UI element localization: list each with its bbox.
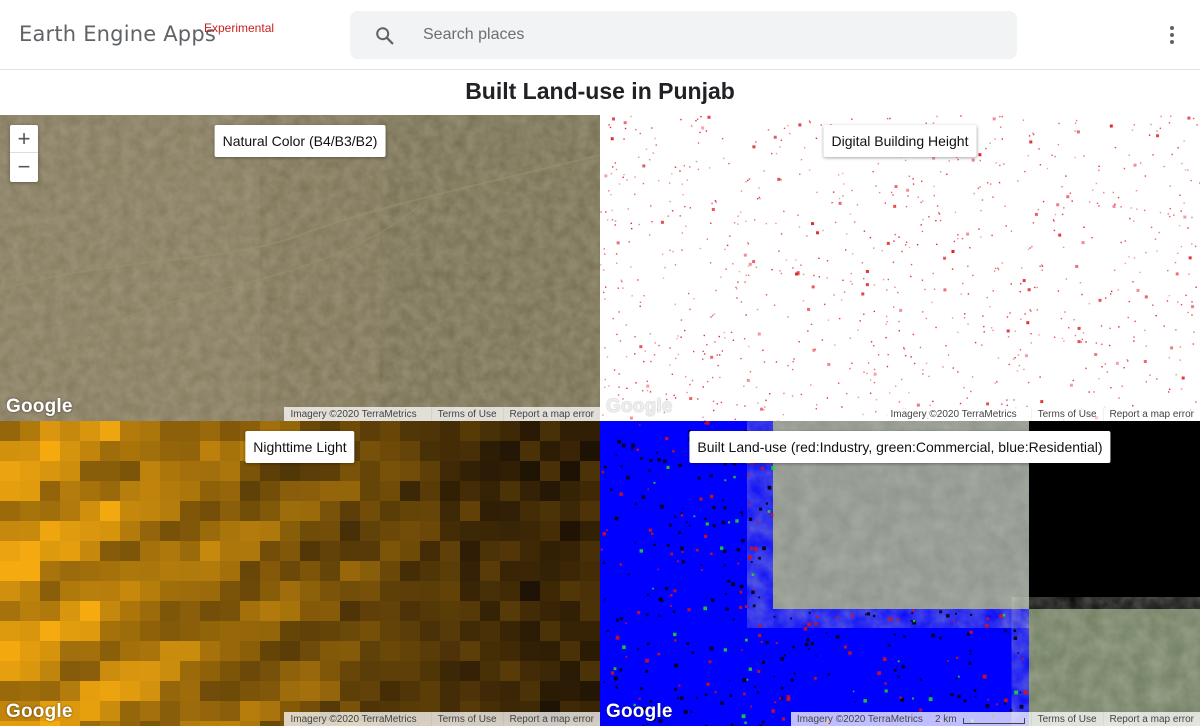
more-options-icon[interactable] [1158, 20, 1186, 50]
zoom-in-button[interactable]: + [10, 125, 38, 153]
terms-link[interactable]: Terms of Use [430, 712, 503, 726]
report-error-link[interactable]: Report a map error [1102, 712, 1200, 726]
map-building-height[interactable]: Digital Building Height Google Imagery ©… [600, 115, 1200, 421]
terms-link[interactable]: Terms of Use [1030, 407, 1103, 421]
report-error-link[interactable]: Report a map error [1102, 407, 1200, 421]
zoom-control: + − [10, 125, 38, 182]
map-scale[interactable]: 2 km [929, 712, 1031, 726]
terms-link[interactable]: Terms of Use [430, 407, 503, 421]
map-attribution: Imagery ©2020 TerraMetrics Terms of Use … [884, 407, 1200, 421]
report-error-link[interactable]: Report a map error [502, 407, 600, 421]
building-height-layer [600, 115, 1200, 421]
map-attribution: Imagery ©2020 TerraMetrics Terms of Use … [284, 712, 600, 726]
map-natural-color[interactable]: + − Natural Color (B4/B3/B2) Google Imag… [0, 115, 600, 421]
app-header: Earth Engine Apps Experimental [0, 0, 1200, 70]
layer-label: Digital Building Height [823, 125, 977, 157]
report-error-link[interactable]: Report a map error [502, 712, 600, 726]
map-attribution: Imagery ©2020 TerraMetrics 2 km Terms of… [790, 712, 1200, 726]
map-built-land-use[interactable]: Built Land-use (red:Industry, green:Comm… [600, 421, 1200, 726]
google-logo[interactable]: Google [606, 701, 673, 723]
google-logo[interactable]: Google [6, 396, 73, 418]
imagery-credit: Imagery ©2020 TerraMetrics [796, 714, 923, 725]
page-title: Built Land-use in Punjab [465, 78, 735, 104]
map-attribution: Imagery ©2020 TerraMetrics Terms of Use … [284, 407, 600, 421]
zoom-out-button[interactable]: − [10, 153, 38, 181]
google-logo[interactable]: Google [606, 396, 673, 418]
imagery-credit: Imagery ©2020 TerraMetrics [290, 409, 417, 420]
layer-label: Built Land-use (red:Industry, green:Comm… [689, 431, 1111, 463]
imagery-credit: Imagery ©2020 TerraMetrics [890, 409, 1017, 420]
terms-link[interactable]: Terms of Use [1030, 712, 1103, 726]
experimental-badge: Experimental [204, 21, 275, 35]
scale-label: 2 km [934, 713, 957, 725]
search-icon[interactable] [374, 25, 396, 47]
app-brand[interactable]: Earth Engine Apps [19, 22, 216, 46]
satellite-imagery [0, 115, 600, 421]
land-use-layer [600, 421, 1200, 726]
map-nighttime-light[interactable]: Nighttime Light Google Imagery ©2020 Ter… [0, 421, 600, 726]
nighttime-light-layer [0, 421, 600, 726]
google-logo[interactable]: Google [6, 701, 73, 723]
layer-label: Natural Color (B4/B3/B2) [214, 125, 386, 157]
scale-bar [962, 718, 1025, 724]
search-input[interactable] [412, 18, 1002, 52]
layer-label: Nighttime Light [245, 431, 355, 463]
imagery-credit: Imagery ©2020 TerraMetrics [290, 714, 417, 725]
